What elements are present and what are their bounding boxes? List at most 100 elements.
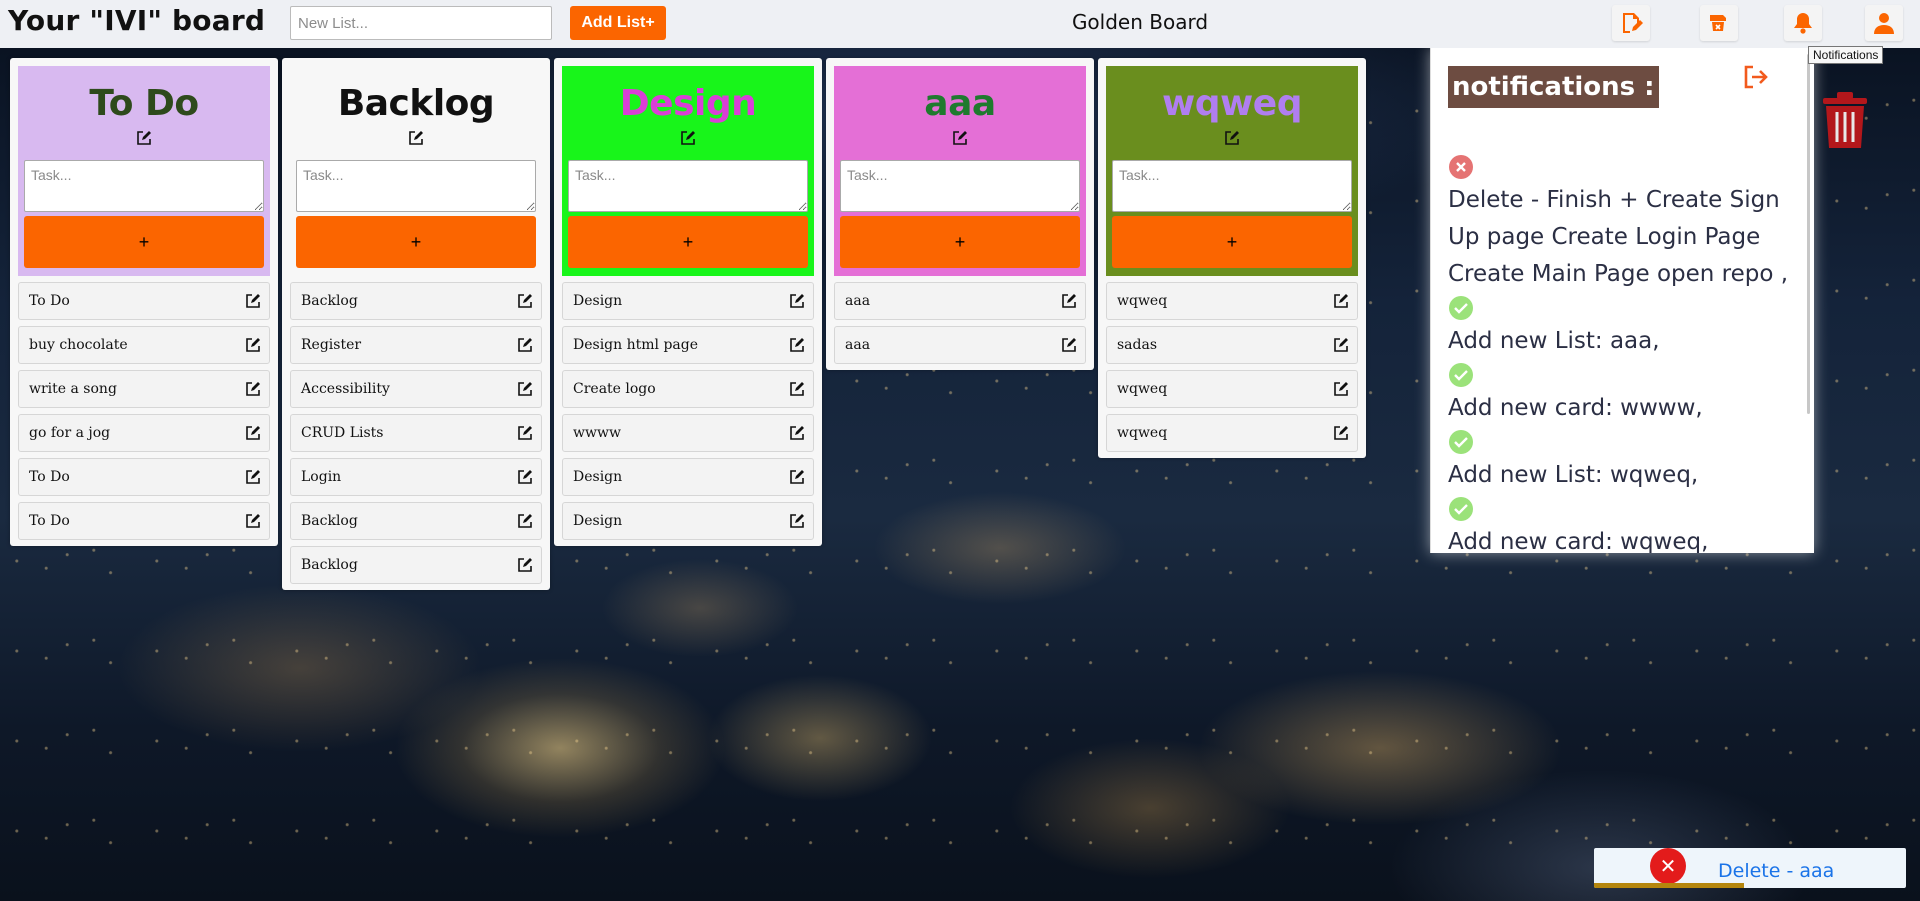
edit-card-icon[interactable] — [517, 469, 533, 485]
notifications-scrollbar[interactable] — [1807, 54, 1810, 414]
new-list-input[interactable] — [290, 6, 552, 40]
notifications-list: Delete - Finish + Create Sign Up page Cr… — [1448, 152, 1798, 553]
card[interactable]: Backlog — [290, 502, 542, 540]
edit-card-icon[interactable] — [1061, 337, 1077, 353]
edit-card-icon[interactable] — [1333, 425, 1349, 441]
card[interactable]: wwww — [562, 414, 814, 452]
card[interactable]: Backlog — [290, 282, 542, 320]
card[interactable]: Design — [562, 458, 814, 496]
edit-card-icon[interactable] — [517, 381, 533, 397]
card[interactable]: Design — [562, 502, 814, 540]
edit-card-icon[interactable] — [1333, 337, 1349, 353]
edit-card-icon[interactable] — [789, 469, 805, 485]
notifications-button[interactable] — [1784, 5, 1822, 41]
trash-icon[interactable] — [1820, 90, 1870, 150]
card-list: wqweq sadas wqweq wqweq — [1106, 282, 1358, 452]
card[interactable]: wqweq — [1106, 414, 1358, 452]
edit-list-button[interactable] — [562, 130, 814, 152]
edit-card-icon[interactable] — [517, 513, 533, 529]
edit-card-icon[interactable] — [245, 469, 261, 485]
card-list: aaa aaa — [834, 282, 1086, 364]
task-input[interactable] — [296, 160, 536, 212]
card[interactable]: To Do — [18, 502, 270, 540]
edit-card-icon[interactable] — [789, 381, 805, 397]
list-header: wqweq + — [1106, 66, 1358, 276]
edit-list-button[interactable] — [1106, 130, 1358, 152]
card[interactable]: Create logo — [562, 370, 814, 408]
list-header: Design + — [562, 66, 814, 276]
delete-board-button[interactable] — [1700, 5, 1738, 41]
task-input[interactable] — [840, 160, 1080, 212]
card-text: Design — [573, 469, 623, 485]
card[interactable]: Design html page — [562, 326, 814, 364]
task-input[interactable] — [568, 160, 808, 212]
card-text: aaa — [845, 293, 871, 309]
edit-board-button[interactable] — [1612, 5, 1650, 41]
card-text: aaa — [845, 337, 871, 353]
edit-icon — [409, 131, 423, 145]
list-title: Design — [619, 83, 757, 124]
edit-card-icon[interactable] — [517, 293, 533, 309]
card[interactable]: CRUD Lists — [290, 414, 542, 452]
edit-card-icon[interactable] — [789, 293, 805, 309]
notification-text: Add new card: wqweq, — [1448, 529, 1709, 553]
card[interactable]: Backlog — [290, 546, 542, 584]
edit-icon — [137, 131, 151, 145]
task-input[interactable] — [24, 160, 264, 212]
list-design: Design + Design Design html page Create … — [554, 58, 822, 546]
edit-card-icon[interactable] — [1333, 293, 1349, 309]
card-text: wqweq — [1117, 381, 1168, 397]
add-task-button[interactable]: + — [568, 216, 808, 268]
add-list-button[interactable]: Add List+ — [570, 6, 666, 40]
logout-icon[interactable] — [1741, 62, 1771, 92]
edit-icon — [953, 131, 967, 145]
edit-card-icon[interactable] — [789, 513, 805, 529]
add-task-button[interactable]: + — [296, 216, 536, 268]
card[interactable]: Accessibility — [290, 370, 542, 408]
edit-card-icon[interactable] — [517, 337, 533, 353]
card[interactable]: buy chocolate — [18, 326, 270, 364]
bell-icon — [1794, 13, 1812, 34]
card[interactable]: wqweq — [1106, 282, 1358, 320]
user-button[interactable] — [1865, 5, 1903, 41]
edit-list-button[interactable] — [18, 130, 270, 152]
edit-card-icon[interactable] — [245, 513, 261, 529]
add-task-button[interactable]: + — [1112, 216, 1352, 268]
card[interactable]: To Do — [18, 282, 270, 320]
card[interactable]: Design — [562, 282, 814, 320]
card[interactable]: aaa — [834, 326, 1086, 364]
edit-card-icon[interactable] — [245, 381, 261, 397]
edit-card-icon[interactable] — [245, 293, 261, 309]
card-text: Login — [301, 469, 342, 485]
edit-card-icon[interactable] — [517, 425, 533, 441]
list-title: aaa — [924, 83, 996, 124]
close-icon[interactable]: ✕ — [1650, 848, 1686, 884]
edit-card-icon[interactable] — [789, 425, 805, 441]
task-input[interactable] — [1112, 160, 1352, 212]
list-title: To Do — [89, 83, 199, 124]
edit-card-icon[interactable] — [517, 557, 533, 573]
card[interactable]: aaa — [834, 282, 1086, 320]
card[interactable]: Login — [290, 458, 542, 496]
card-list: Design Design html page Create logo wwww… — [562, 282, 814, 540]
card[interactable]: go for a jog — [18, 414, 270, 452]
card[interactable]: sadas — [1106, 326, 1358, 364]
card-text: Create logo — [573, 381, 656, 397]
delete-board-icon — [1710, 15, 1726, 31]
add-task-button[interactable]: + — [840, 216, 1080, 268]
card-text: Design html page — [573, 337, 699, 353]
add-task-button[interactable]: + — [24, 216, 264, 268]
edit-card-icon[interactable] — [245, 337, 261, 353]
edit-list-button[interactable] — [834, 130, 1086, 152]
edit-card-icon[interactable] — [1061, 293, 1077, 309]
card[interactable]: wqweq — [1106, 370, 1358, 408]
card[interactable]: Register — [290, 326, 542, 364]
edit-card-icon[interactable] — [1333, 381, 1349, 397]
edit-card-icon[interactable] — [245, 425, 261, 441]
card-text: Backlog — [301, 513, 358, 529]
edit-list-button[interactable] — [290, 130, 542, 152]
edit-card-icon[interactable] — [789, 337, 805, 353]
card[interactable]: write a song — [18, 370, 270, 408]
card-text: write a song — [29, 381, 117, 397]
card[interactable]: To Do — [18, 458, 270, 496]
